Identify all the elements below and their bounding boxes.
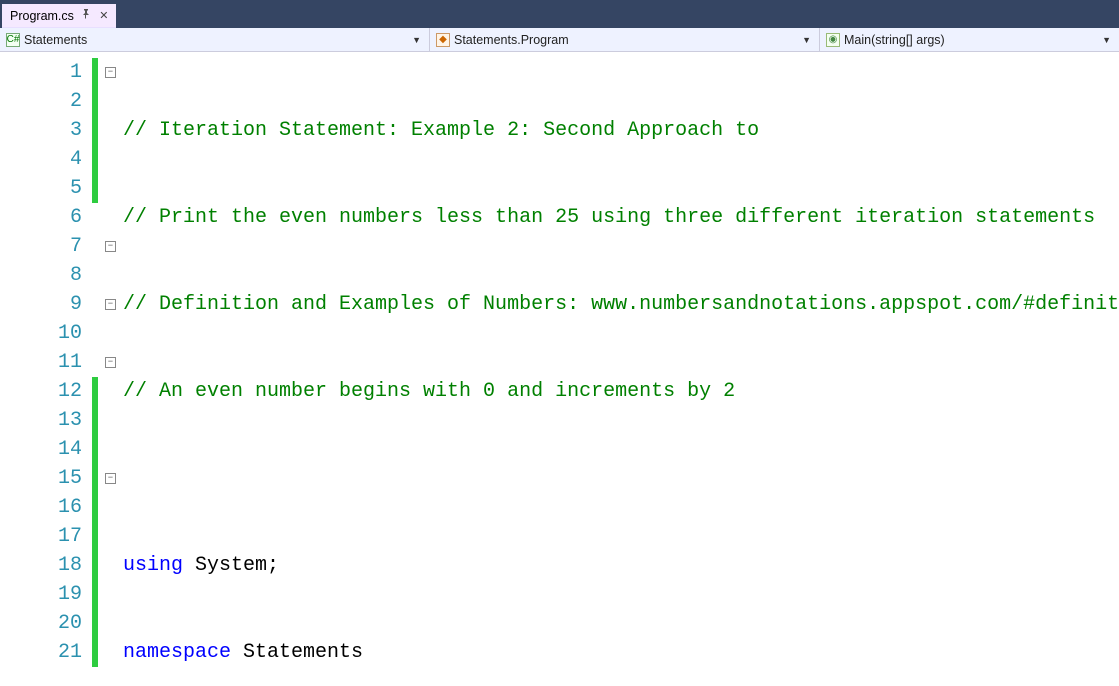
pin-icon[interactable] xyxy=(80,9,92,22)
method-icon: ◉ xyxy=(826,33,840,47)
nav-member-label: Main(string[] args) xyxy=(844,33,945,47)
fold-toggle[interactable]: − xyxy=(105,299,116,310)
line-number: 11 xyxy=(0,348,82,377)
fold-toggle[interactable]: − xyxy=(105,67,116,78)
tab-label: Program.cs xyxy=(10,9,74,23)
line-number: 6 xyxy=(0,203,82,232)
nav-member-dropdown[interactable]: ◉ Main(string[] args) ▼ xyxy=(820,28,1119,51)
nav-bar: C# Statements ▼ ◆ Statements.Program ▼ ◉… xyxy=(0,28,1119,52)
code-text: using xyxy=(123,554,183,577)
line-number: 19 xyxy=(0,580,82,609)
csharp-icon: C# xyxy=(6,33,20,47)
fold-toggle[interactable]: − xyxy=(105,357,116,368)
chevron-down-icon[interactable]: ▼ xyxy=(408,35,425,45)
fold-toggle[interactable]: − xyxy=(105,473,116,484)
line-number: 16 xyxy=(0,493,82,522)
code-editor[interactable]: 1 2 3 4 5 6 7 8 9 10 11 12 13 14 15 16 1… xyxy=(0,52,1119,686)
line-number: 4 xyxy=(0,145,82,174)
tab-strip: Program.cs ✕ xyxy=(0,0,1119,28)
line-number: 21 xyxy=(0,638,82,667)
line-number: 20 xyxy=(0,609,82,638)
line-number: 10 xyxy=(0,319,82,348)
line-number: 17 xyxy=(0,522,82,551)
code-text: // Iteration Statement: Example 2: Secon… xyxy=(123,119,759,142)
nav-namespace-label: Statements xyxy=(24,33,87,47)
code-text: // An even number begins with 0 and incr… xyxy=(123,380,735,403)
line-number: 15 xyxy=(0,464,82,493)
class-icon: ◆ xyxy=(436,33,450,47)
fold-toggle[interactable]: − xyxy=(105,241,116,252)
line-number: 2 xyxy=(0,87,82,116)
fold-column: − − − − − xyxy=(98,52,123,686)
nav-namespace-dropdown[interactable]: C# Statements ▼ xyxy=(0,28,430,51)
chevron-down-icon[interactable]: ▼ xyxy=(1098,35,1115,45)
code-text: // Print the even numbers less than 25 u… xyxy=(123,206,1095,229)
chevron-down-icon[interactable]: ▼ xyxy=(798,35,815,45)
line-number: 18 xyxy=(0,551,82,580)
line-number: 3 xyxy=(0,116,82,145)
line-number: 5 xyxy=(0,174,82,203)
nav-class-label: Statements.Program xyxy=(454,33,569,47)
line-number: 7 xyxy=(0,232,82,261)
line-number-gutter: 1 2 3 4 5 6 7 8 9 10 11 12 13 14 15 16 1… xyxy=(0,52,92,686)
close-icon[interactable]: ✕ xyxy=(98,9,110,22)
code-content[interactable]: // Iteration Statement: Example 2: Secon… xyxy=(123,52,1119,686)
line-number: 1 xyxy=(0,58,82,87)
code-text: System; xyxy=(183,554,279,577)
line-number: 14 xyxy=(0,435,82,464)
line-number: 12 xyxy=(0,377,82,406)
code-text: Statements xyxy=(231,641,363,664)
line-number: 9 xyxy=(0,290,82,319)
file-tab-program[interactable]: Program.cs ✕ xyxy=(2,4,116,28)
nav-class-dropdown[interactable]: ◆ Statements.Program ▼ xyxy=(430,28,820,51)
line-number: 13 xyxy=(0,406,82,435)
line-number: 8 xyxy=(0,261,82,290)
code-text: namespace xyxy=(123,641,231,664)
code-text: // Definition and Examples of Numbers: w… xyxy=(123,293,1119,316)
